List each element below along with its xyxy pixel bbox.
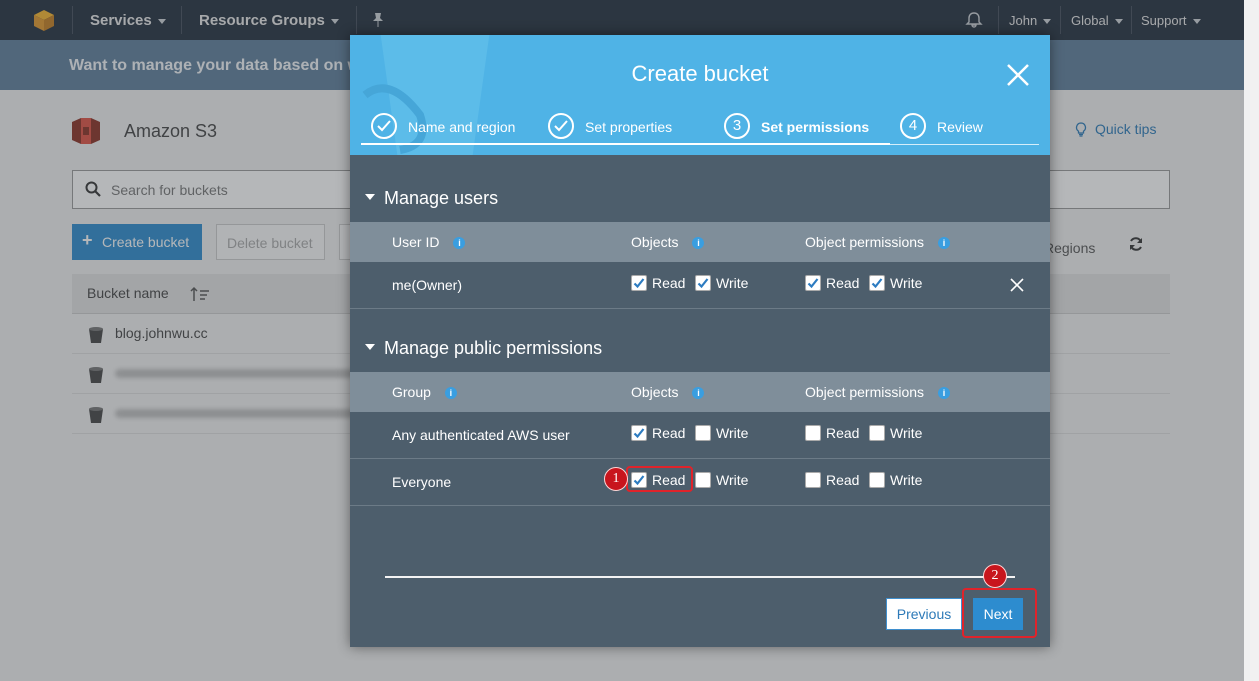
info-icon[interactable]: i [938, 237, 951, 249]
step-number: 4 [900, 113, 926, 139]
page-edge [1244, 0, 1259, 681]
header-label: Group [392, 384, 431, 400]
read-label: Read [826, 472, 860, 488]
users-table-header: User ID i Objects i Object permissions i [350, 222, 1050, 262]
permissions-read-checkbox[interactable] [805, 472, 821, 488]
caret-down-icon [365, 344, 375, 350]
info-icon[interactable]: i [453, 237, 466, 249]
section-title: Manage public permissions [384, 338, 603, 358]
step-label: Review [937, 119, 983, 135]
write-label: Write [890, 275, 923, 291]
permissions-read-checkbox[interactable] [805, 275, 821, 291]
caret-down-icon [365, 194, 375, 200]
check-icon [871, 278, 883, 289]
write-label: Write [716, 425, 749, 441]
annotation-badge: 1 [604, 467, 628, 491]
step-label: Set permissions [761, 119, 870, 135]
progress-line [385, 576, 1015, 578]
info-icon[interactable]: i [444, 387, 457, 399]
col-user-id: User ID i [392, 234, 466, 250]
objects-read-checkbox[interactable] [631, 275, 647, 291]
header-label: Objects [631, 234, 679, 250]
manage-users-toggle[interactable]: Manage users [365, 188, 498, 209]
write-label: Write [716, 275, 749, 291]
group-name: Everyone [392, 474, 452, 490]
create-bucket-dialog: Create bucket Name and region Set proper… [350, 35, 1050, 647]
group-name: Any authenticated AWS user [392, 427, 570, 443]
step-progress-line [890, 144, 1039, 145]
close-icon[interactable] [1006, 63, 1030, 87]
manage-public-toggle[interactable]: Manage public permissions [365, 338, 602, 359]
col-group: Group i [392, 384, 457, 400]
permissions-read-checkbox[interactable] [805, 425, 821, 441]
objects-write-checkbox[interactable] [695, 275, 711, 291]
objects-read-checkbox[interactable] [631, 425, 647, 441]
permissions-write-checkbox[interactable] [869, 425, 885, 441]
permissions-write-checkbox[interactable] [869, 472, 885, 488]
read-label: Read [826, 425, 860, 441]
read-label: Read [652, 275, 686, 291]
header-label: User ID [392, 234, 440, 250]
col-objects: Objects i [631, 384, 705, 400]
check-icon [807, 278, 819, 289]
check-icon [633, 278, 645, 289]
info-icon[interactable]: i [938, 387, 951, 399]
objects-write-checkbox[interactable] [695, 425, 711, 441]
step-done-circle [371, 113, 397, 139]
public-table-header: Group i Objects i Object permissions i [350, 372, 1050, 412]
read-label: Read [652, 425, 686, 441]
user-id: me(Owner) [392, 277, 463, 293]
check-icon [554, 120, 568, 132]
check-icon [697, 278, 709, 289]
user-row: me(Owner) Read Write Read Write [350, 262, 1050, 309]
check-icon [633, 428, 645, 439]
write-label: Write [890, 472, 923, 488]
info-icon[interactable]: i [692, 237, 705, 249]
read-label: Read [826, 275, 860, 291]
step-progress-line [361, 143, 890, 145]
remove-icon[interactable] [1010, 278, 1024, 292]
header-label: Objects [631, 384, 679, 400]
objects-write-checkbox[interactable] [695, 472, 711, 488]
permissions-write-checkbox[interactable] [869, 275, 885, 291]
dialog-title: Create bucket [631, 61, 769, 86]
dialog-header: Create bucket Name and region Set proper… [350, 35, 1050, 155]
step-number: 3 [724, 113, 750, 139]
group-row: Any authenticated AWS user Read Write Re… [350, 412, 1050, 459]
header-label: Object permissions [805, 234, 925, 250]
annotation-badge: 2 [983, 564, 1007, 588]
next-button[interactable]: Next [973, 598, 1023, 630]
col-objects: Objects i [631, 234, 705, 250]
write-label: Write [716, 472, 749, 488]
check-icon [377, 120, 391, 132]
step-done-circle [548, 113, 574, 139]
col-object-permissions: Object permissions i [805, 234, 951, 250]
write-label: Write [890, 425, 923, 441]
info-icon[interactable]: i [692, 387, 705, 399]
step-label: Name and region [408, 119, 516, 135]
step-label: Set properties [585, 119, 673, 135]
section-title: Manage users [384, 188, 499, 208]
col-object-permissions: Object permissions i [805, 384, 951, 400]
group-row: Everyone Read Write Read Write [350, 459, 1050, 506]
annotation-highlight [626, 466, 693, 492]
previous-button[interactable]: Previous [886, 598, 962, 630]
header-label: Object permissions [805, 384, 925, 400]
